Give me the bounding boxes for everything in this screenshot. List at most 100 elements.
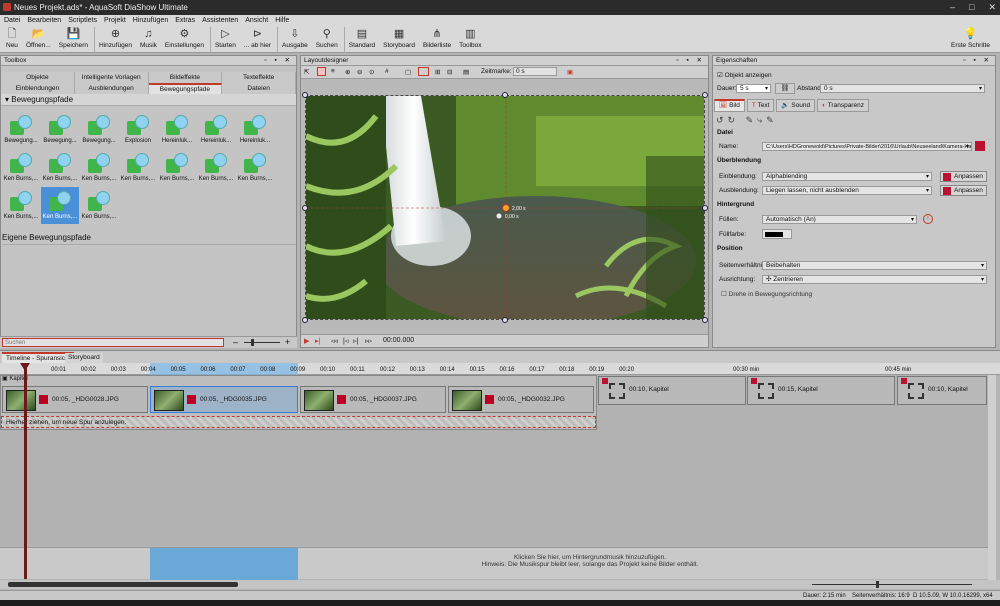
rotate-tools[interactable]: ↺↻ ✎⤷✎	[716, 115, 778, 126]
motion-path-effect[interactable]: Explosion	[119, 111, 157, 148]
image-clip[interactable]: 00:05, _HDG0035.JPG	[150, 386, 298, 413]
fill-color-picker[interactable]	[762, 229, 792, 239]
menu-extras[interactable]: Extras	[175, 15, 195, 27]
motion-path-effect[interactable]: Ken Burns,...	[41, 149, 79, 186]
zoom-out-button[interactable]: –	[233, 337, 238, 347]
toolbox-tab-bildeffekte[interactable]: Bildeffekte	[148, 72, 223, 83]
save-position-icon[interactable]: ▣	[567, 68, 573, 76]
toolbar-standard-view-button[interactable]: ▤ Standard	[343, 27, 379, 53]
select-tool-icon[interactable]: ⇱	[304, 68, 309, 76]
motion-path-effect[interactable]: Ken Burns,...	[80, 187, 118, 224]
motion-path-effect[interactable]: Bewegung...	[41, 111, 79, 148]
motion-path-effect[interactable]: Ken Burns,...	[2, 187, 40, 224]
clip-transition-icon[interactable]	[39, 395, 48, 404]
vertical-scrollbar[interactable]	[988, 375, 996, 580]
timeline-zoom-slider[interactable]	[812, 584, 972, 585]
step-fwd-icon[interactable]: ▹|	[353, 337, 358, 345]
prop-tab-bild[interactable]: 🖼 Bild	[714, 99, 745, 112]
menu-projekt[interactable]: Projekt	[104, 15, 126, 27]
tab-timeline[interactable]: Timeline - Spuransicht	[2, 352, 75, 363]
handle-ml[interactable]	[302, 205, 308, 211]
chapter-clip[interactable]: 00:10, Kapitel	[897, 376, 987, 405]
toolbar-search-button[interactable]: ⚲ Suchen	[312, 27, 342, 53]
prev-icon[interactable]: ◃◃	[331, 337, 338, 345]
handle-tr[interactable]	[702, 92, 708, 98]
clip-transition-icon[interactable]	[485, 395, 494, 404]
menu-assistenten[interactable]: Assistenten	[202, 15, 238, 27]
motion-path-effect[interactable]: Ken Burns,...	[2, 149, 40, 186]
toolbar-play-from-here-button[interactable]: ⊳... ab hier	[240, 27, 275, 53]
align-icon[interactable]: ≡	[331, 68, 335, 75]
dauer-input[interactable]: 5 s	[736, 84, 771, 93]
prop-tab-sound[interactable]: 🔊 Sound	[776, 99, 816, 112]
toolbar-play-button[interactable]: ▷ Starten	[209, 27, 240, 53]
drop-new-track-zone[interactable]: Hierher ziehen, um neue Spur anzulegen.	[1, 416, 596, 428]
search-input[interactable]: Suchen	[2, 338, 224, 347]
menu-hilfe[interactable]: Hilfe	[275, 15, 289, 27]
motion-path-effect[interactable]: Bewegung...	[2, 111, 40, 148]
toolbar-image-list-button[interactable]: ⋔ Bilderliste	[419, 27, 455, 53]
timeline-zoom-handle[interactable]	[876, 581, 879, 588]
menu-scriptlets[interactable]: Scriptlets	[68, 15, 97, 27]
einblendung-select[interactable]: Alphablending	[762, 172, 932, 181]
toolbar-storyboard-button[interactable]: ▦ Storyboard	[379, 27, 419, 53]
view-options-icon[interactable]: ▤	[463, 68, 469, 76]
clip-transition-icon[interactable]	[187, 395, 196, 404]
motion-path-effect[interactable]: Ken Burns,...	[236, 149, 274, 186]
show-object-row[interactable]: ☑ Objekt anzeigen	[717, 71, 772, 79]
zoom-in-button[interactable]: +	[285, 337, 290, 347]
menu-hinzufuegen[interactable]: Hinzufügen	[133, 15, 168, 27]
toolbox-tab-dateien[interactable]: Dateien	[222, 83, 296, 94]
image-clip[interactable]: 00:05, _HDG0037.JPG	[300, 386, 446, 413]
motion-path-effect[interactable]: Ken Burns,...	[41, 187, 79, 224]
image-clip[interactable]: 00:05, _HDG0032.JPG	[448, 386, 594, 413]
menu-datei[interactable]: Datei	[4, 15, 20, 27]
play-icon[interactable]: ▶	[304, 337, 309, 345]
own-motion-paths-header[interactable]: Eigene Bewegungspfade	[2, 233, 296, 245]
chapter-clip[interactable]: 00:15, Kapitel	[747, 376, 895, 405]
toolbox-tab-objekte[interactable]: Objekte	[1, 72, 75, 83]
toolbox-tab-intelligente-vorlagen[interactable]: Intelligente Vorlagen	[74, 72, 149, 83]
toolbar-open-button[interactable]: 📂 Öffnen...	[22, 27, 55, 53]
tab-storyboard[interactable]: Storyboard	[65, 353, 103, 363]
motion-path-effect[interactable]: Hereinluk...	[236, 111, 274, 148]
toolbar-toolbox-button[interactable]: ▥ Toolbox	[455, 27, 485, 53]
zeitmarke-input[interactable]: 0 s	[513, 67, 557, 76]
playhead[interactable]	[24, 363, 27, 579]
fuellen-select[interactable]: Automatisch (An)	[762, 215, 917, 224]
clip-transition-icon[interactable]	[337, 395, 346, 404]
motion-path-effect[interactable]: Ken Burns,...	[197, 149, 235, 186]
first-steps-button[interactable]: 💡 Erste Schritte	[947, 27, 994, 53]
zoom-in-icon[interactable]: ⊕	[345, 68, 350, 76]
ausrichtung-select[interactable]: ✣ Zentrieren	[762, 275, 987, 284]
link-icon[interactable]: ⛓	[775, 83, 795, 94]
einblendung-anpassen-button[interactable]: Anpassen	[940, 171, 987, 182]
ausblendung-anpassen-button[interactable]: Anpassen	[940, 185, 987, 196]
motion-path-effect[interactable]: Ken Burns,...	[80, 149, 118, 186]
toolbar-settings-button[interactable]: ⚙ Einstellungen	[161, 27, 208, 53]
close-button[interactable]: ✕	[988, 0, 996, 15]
horizontal-scrollbar[interactable]	[0, 580, 1000, 589]
toolbar-add-button[interactable]: ⊕ Hinzufügen	[94, 27, 136, 53]
info-icon[interactable]: !	[923, 214, 933, 224]
seitenverhaeltnis-select[interactable]: Beibehalten	[762, 261, 987, 270]
handle-tc[interactable]	[502, 92, 508, 98]
abstand-input[interactable]: 0 s	[820, 84, 985, 93]
toolbox-tab-ausblendungen[interactable]: Ausblendungen	[74, 83, 149, 94]
move-tool-icon[interactable]	[317, 67, 326, 76]
toolbar-save-button[interactable]: 💾 Speichern	[55, 27, 92, 53]
ausblendung-select[interactable]: Liegen lassen, nicht ausblenden	[762, 186, 932, 195]
play-from-icon[interactable]: ▸|	[315, 337, 320, 345]
add-point-icon[interactable]: ⊞	[435, 68, 440, 76]
browse-file-icon[interactable]	[975, 141, 985, 151]
section-header[interactable]: ▾ Bewegungspfade	[1, 94, 296, 106]
toolbox-tab-texteffekte[interactable]: Texteffekte	[222, 72, 296, 83]
menu-ansicht[interactable]: Ansicht	[245, 15, 268, 27]
toolbar-music-button[interactable]: ♫ Musik	[136, 27, 161, 53]
motion-path-effect[interactable]: Hereinluk...	[197, 111, 235, 148]
drehe-checkbox[interactable]: ☐ Drehe in Bewegungsrichtung	[721, 290, 812, 298]
menu-bearbeiten[interactable]: Bearbeiten	[27, 15, 61, 27]
handle-mr[interactable]	[702, 205, 708, 211]
minimize-button[interactable]: –	[950, 0, 955, 15]
handle-bc[interactable]	[502, 317, 508, 323]
